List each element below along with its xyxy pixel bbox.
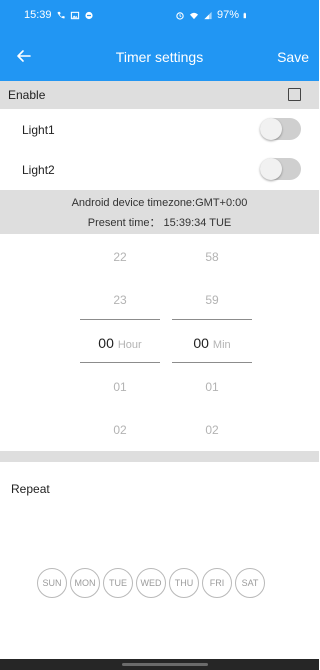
minute-option[interactable]: 59: [172, 293, 252, 307]
light2-toggle[interactable]: [260, 158, 301, 180]
picker-divider: [172, 319, 252, 320]
signal-icon: [204, 11, 212, 19]
day-sun-button[interactable]: SUN: [37, 568, 67, 598]
phone-icon: [56, 11, 65, 18]
light-row-2: Light2: [0, 152, 319, 186]
status-bar: 15:39 97%: [0, 0, 319, 33]
day-tue-button[interactable]: TUE: [103, 568, 133, 598]
picker-divider: [80, 362, 160, 363]
battery-percent: 97%: [216, 9, 239, 21]
time-info-box: Android device timezone:GMT+0:00 Present…: [0, 190, 319, 234]
save-button[interactable]: Save: [277, 49, 309, 65]
toggle-knob: [260, 158, 282, 180]
enable-row[interactable]: Enable: [0, 81, 319, 109]
hour-option[interactable]: 22: [80, 250, 160, 264]
light2-label: Light2: [22, 163, 55, 177]
status-time: 15:39: [24, 9, 52, 21]
hour-selected-value: 00: [98, 335, 114, 351]
day-wed-button[interactable]: WED: [136, 568, 166, 598]
light1-toggle[interactable]: [260, 118, 301, 140]
minute-option[interactable]: 58: [172, 250, 252, 264]
toggle-knob: [260, 118, 282, 140]
chat-icon: [84, 11, 93, 19]
enable-label: Enable: [8, 88, 46, 102]
minute-picker[interactable]: 58 59 00 Min 01 02: [172, 235, 252, 450]
minute-option[interactable]: 01: [172, 380, 252, 394]
hour-option[interactable]: 02: [80, 423, 160, 437]
hour-option[interactable]: 23: [80, 293, 160, 307]
wifi-icon: [189, 12, 199, 19]
status-right: 97%: [175, 9, 249, 21]
picker-divider: [172, 362, 252, 363]
hour-option[interactable]: 01: [80, 380, 160, 394]
section-divider: [0, 451, 319, 462]
system-nav-bar: [0, 659, 319, 670]
minute-selected[interactable]: 00 Min: [172, 335, 252, 351]
day-fri-button[interactable]: FRI: [202, 568, 232, 598]
app-bar: Timer settings Save: [0, 33, 319, 81]
light1-label: Light1: [22, 123, 55, 137]
timezone-text: Android device timezone:GMT+0:00: [71, 197, 248, 209]
minute-unit-label: Min: [212, 339, 231, 351]
day-mon-button[interactable]: MON: [70, 568, 100, 598]
minute-selected-value: 00: [193, 335, 209, 351]
page-title: Timer settings: [115, 49, 204, 65]
repeat-days: SUN MON TUE WED THU FRI SAT: [37, 568, 265, 598]
status-left: 15:39: [24, 9, 94, 21]
present-time-text: Present time： 15:39:34 TUE: [87, 217, 232, 229]
home-handle[interactable]: [122, 663, 208, 666]
hour-unit-label: Hour: [117, 339, 142, 351]
alarm-icon: [176, 11, 184, 20]
image-icon: [70, 11, 79, 19]
battery-icon: [243, 12, 246, 18]
hour-selected[interactable]: 00 Hour: [80, 335, 160, 351]
enable-checkbox[interactable]: [288, 88, 301, 101]
picker-divider: [80, 319, 160, 320]
minute-option[interactable]: 02: [172, 423, 252, 437]
light-row-1: Light1: [0, 112, 319, 146]
day-sat-button[interactable]: SAT: [235, 568, 265, 598]
day-thu-button[interactable]: THU: [169, 568, 199, 598]
hour-picker[interactable]: 22 23 00 Hour 01 02: [80, 235, 160, 450]
repeat-label: Repeat: [11, 482, 50, 496]
